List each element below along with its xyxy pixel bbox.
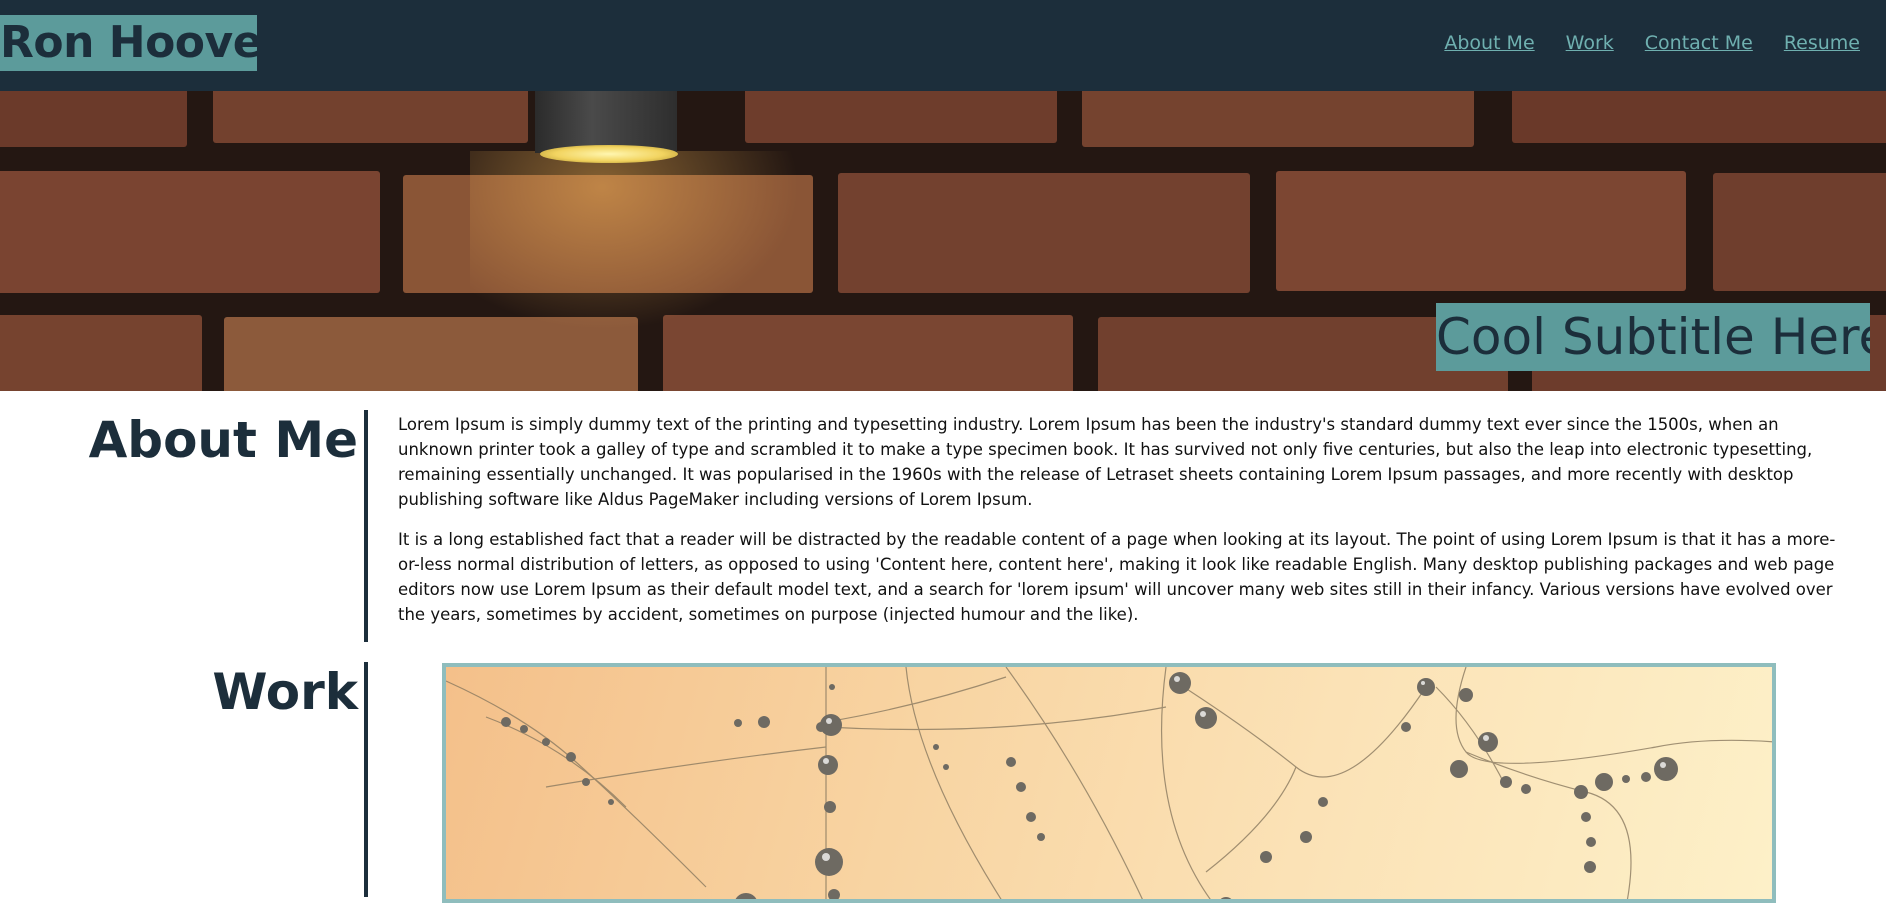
site-title[interactable]: Ron Hoover — [0, 15, 257, 71]
nav-link-about-me[interactable]: About Me — [1444, 30, 1534, 56]
work-heading: Work — [212, 663, 358, 721]
nav-link-contact-me[interactable]: Contact Me — [1645, 30, 1753, 56]
hero-subtitle: Cool Subtitle Here! — [1436, 303, 1870, 371]
nav-link-work[interactable]: Work — [1566, 30, 1614, 56]
about-paragraph: Lorem Ipsum is simply dummy text of the … — [398, 415, 1813, 509]
brick — [1713, 173, 1886, 291]
spider-web-dewdrops-image — [446, 667, 1772, 899]
brick — [1082, 91, 1474, 147]
about-paragraph: It is a long established fact that a rea… — [398, 530, 1836, 624]
brick — [1276, 171, 1686, 291]
about-me-heading: About Me — [88, 411, 358, 469]
brick — [0, 91, 187, 147]
wall-lamp — [535, 91, 677, 153]
work-divider — [364, 662, 368, 897]
lamp-bulb — [540, 145, 678, 163]
lamp-glow — [470, 151, 800, 331]
work-project-image[interactable] — [442, 663, 1776, 903]
main-nav: About Me Work Contact Me Resume — [1413, 30, 1860, 56]
brick — [0, 315, 202, 391]
brick — [1512, 91, 1886, 143]
brick — [0, 171, 380, 293]
site-header: Ron Hoover About Me Work Contact Me Resu… — [0, 0, 1886, 91]
brick — [213, 91, 528, 143]
about-divider — [364, 410, 368, 642]
about-me-text: Lorem Ipsum is simply dummy text of the … — [398, 412, 1844, 642]
nav-link-resume[interactable]: Resume — [1784, 30, 1860, 56]
brick — [838, 173, 1250, 293]
brick — [745, 91, 1057, 143]
